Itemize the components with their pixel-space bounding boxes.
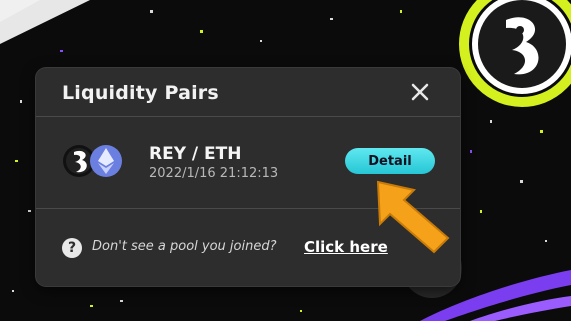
pointer-arrow-icon bbox=[376, 180, 450, 254]
token-pair-icons bbox=[63, 145, 122, 177]
close-icon[interactable] bbox=[408, 80, 432, 104]
rey-logo-background bbox=[459, 0, 571, 107]
eth-token-icon bbox=[90, 145, 122, 177]
modal-title: Liquidity Pairs bbox=[62, 82, 219, 104]
pair-name: REY / ETH bbox=[149, 144, 242, 164]
question-circle-icon: ? bbox=[62, 238, 82, 258]
pair-date: 2022/1/16 21:12:13 bbox=[149, 166, 279, 181]
detail-button[interactable]: Detail bbox=[345, 148, 435, 174]
divider-top bbox=[36, 116, 460, 117]
help-text: Don't see a pool you joined? bbox=[92, 239, 277, 254]
